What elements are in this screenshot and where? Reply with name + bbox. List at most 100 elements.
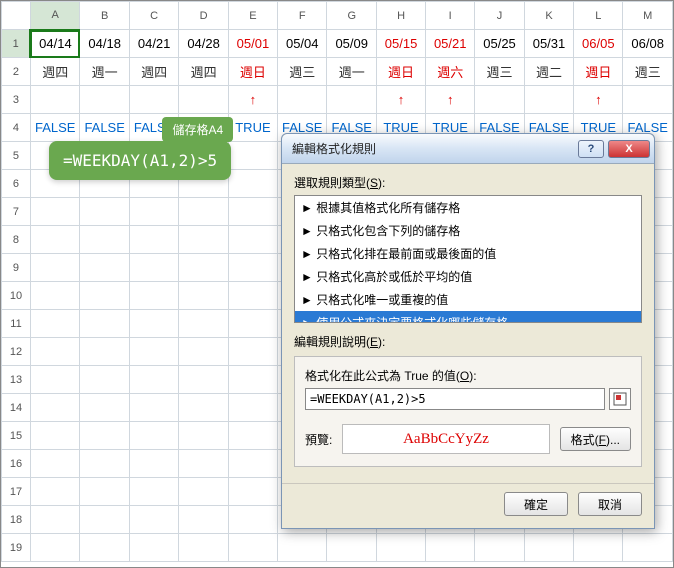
col-header-D[interactable]: D: [179, 2, 228, 30]
cell-D15[interactable]: [179, 422, 228, 450]
rule-option-0[interactable]: 根據其值格式化所有儲存格: [295, 196, 641, 219]
formula-input[interactable]: [305, 388, 605, 410]
rule-option-1[interactable]: 只格式化包含下列的儲存格: [295, 219, 641, 242]
row-header-18[interactable]: 18: [2, 506, 31, 534]
cell-F2[interactable]: 週三: [278, 58, 327, 86]
cell-A4[interactable]: FALSE: [30, 114, 79, 142]
col-header-L[interactable]: L: [574, 2, 623, 30]
cell-B19[interactable]: [80, 534, 129, 562]
cell-D17[interactable]: [179, 478, 228, 506]
cell-I3[interactable]: ↑: [426, 86, 475, 114]
cell-B10[interactable]: [80, 282, 129, 310]
cell-D2[interactable]: 週四: [179, 58, 228, 86]
cell-E14[interactable]: [228, 394, 277, 422]
cell-A3[interactable]: [30, 86, 79, 114]
cell-B3[interactable]: [80, 86, 129, 114]
cell-M1[interactable]: 06/08: [623, 30, 673, 58]
close-button[interactable]: X: [608, 140, 650, 158]
cell-J3[interactable]: [475, 86, 524, 114]
cell-A14[interactable]: [30, 394, 79, 422]
cell-B17[interactable]: [80, 478, 129, 506]
row-header-13[interactable]: 13: [2, 366, 31, 394]
cell-B7[interactable]: [80, 198, 129, 226]
cell-G19[interactable]: [327, 534, 376, 562]
row-header-16[interactable]: 16: [2, 450, 31, 478]
cell-M19[interactable]: [623, 534, 673, 562]
cell-G1[interactable]: 05/09: [327, 30, 376, 58]
cell-D7[interactable]: [179, 198, 228, 226]
cell-E9[interactable]: [228, 254, 277, 282]
cell-E2[interactable]: 週日: [228, 58, 277, 86]
row-header-7[interactable]: 7: [2, 198, 31, 226]
cell-B4[interactable]: FALSE: [80, 114, 129, 142]
cell-E5[interactable]: [228, 142, 277, 170]
cell-A11[interactable]: [30, 310, 79, 338]
col-header-J[interactable]: J: [475, 2, 524, 30]
cell-A2[interactable]: 週四: [30, 58, 79, 86]
cell-K2[interactable]: 週二: [524, 58, 573, 86]
cell-B16[interactable]: [80, 450, 129, 478]
cell-C19[interactable]: [129, 534, 178, 562]
cell-E12[interactable]: [228, 338, 277, 366]
cell-B14[interactable]: [80, 394, 129, 422]
cell-C18[interactable]: [129, 506, 178, 534]
col-header-C[interactable]: C: [129, 2, 178, 30]
cell-C7[interactable]: [129, 198, 178, 226]
format-button[interactable]: 格式(F)...: [560, 427, 631, 451]
cell-D12[interactable]: [179, 338, 228, 366]
cell-C8[interactable]: [129, 226, 178, 254]
cell-A7[interactable]: [30, 198, 79, 226]
cell-D9[interactable]: [179, 254, 228, 282]
cell-D11[interactable]: [179, 310, 228, 338]
row-header-8[interactable]: 8: [2, 226, 31, 254]
cell-L19[interactable]: [574, 534, 623, 562]
cell-A1[interactable]: 04/14: [30, 30, 79, 58]
col-header-B[interactable]: B: [80, 2, 129, 30]
cell-H2[interactable]: 週日: [376, 58, 425, 86]
cell-E11[interactable]: [228, 310, 277, 338]
cell-C15[interactable]: [129, 422, 178, 450]
cell-H3[interactable]: ↑: [376, 86, 425, 114]
cell-C1[interactable]: 04/21: [129, 30, 178, 58]
cell-I19[interactable]: [426, 534, 475, 562]
row-header-9[interactable]: 9: [2, 254, 31, 282]
row-header-2[interactable]: 2: [2, 58, 31, 86]
rule-option-3[interactable]: 只格式化高於或低於平均的值: [295, 265, 641, 288]
row-header-10[interactable]: 10: [2, 282, 31, 310]
row-header-5[interactable]: 5: [2, 142, 31, 170]
ok-button[interactable]: 確定: [504, 492, 568, 516]
row-header-14[interactable]: 14: [2, 394, 31, 422]
cell-E17[interactable]: [228, 478, 277, 506]
cell-K19[interactable]: [524, 534, 573, 562]
cell-D1[interactable]: 04/28: [179, 30, 228, 58]
cell-A15[interactable]: [30, 422, 79, 450]
cell-B15[interactable]: [80, 422, 129, 450]
cell-D19[interactable]: [179, 534, 228, 562]
cell-M3[interactable]: [623, 86, 673, 114]
row-header-12[interactable]: 12: [2, 338, 31, 366]
col-header-A[interactable]: A: [30, 2, 79, 30]
row-header-11[interactable]: 11: [2, 310, 31, 338]
cell-E1[interactable]: 05/01: [228, 30, 277, 58]
range-picker-icon[interactable]: [609, 388, 631, 410]
row-header-6[interactable]: 6: [2, 170, 31, 198]
cell-C3[interactable]: [129, 86, 178, 114]
col-header-I[interactable]: I: [426, 2, 475, 30]
cell-E3[interactable]: ↑: [228, 86, 277, 114]
cell-J19[interactable]: [475, 534, 524, 562]
cell-H1[interactable]: 05/15: [376, 30, 425, 58]
rule-option-5[interactable]: 使用公式來決定要格式化哪些儲存格: [295, 311, 641, 323]
cell-M2[interactable]: 週三: [623, 58, 673, 86]
col-header-F[interactable]: F: [278, 2, 327, 30]
cell-D14[interactable]: [179, 394, 228, 422]
row-header-1[interactable]: 1: [2, 30, 31, 58]
col-header-H[interactable]: H: [376, 2, 425, 30]
rule-option-2[interactable]: 只格式化排在最前面或最後面的值: [295, 242, 641, 265]
cell-A17[interactable]: [30, 478, 79, 506]
cell-B9[interactable]: [80, 254, 129, 282]
cell-D18[interactable]: [179, 506, 228, 534]
corner[interactable]: [2, 2, 31, 30]
cell-C16[interactable]: [129, 450, 178, 478]
cell-G3[interactable]: [327, 86, 376, 114]
cell-F19[interactable]: [278, 534, 327, 562]
